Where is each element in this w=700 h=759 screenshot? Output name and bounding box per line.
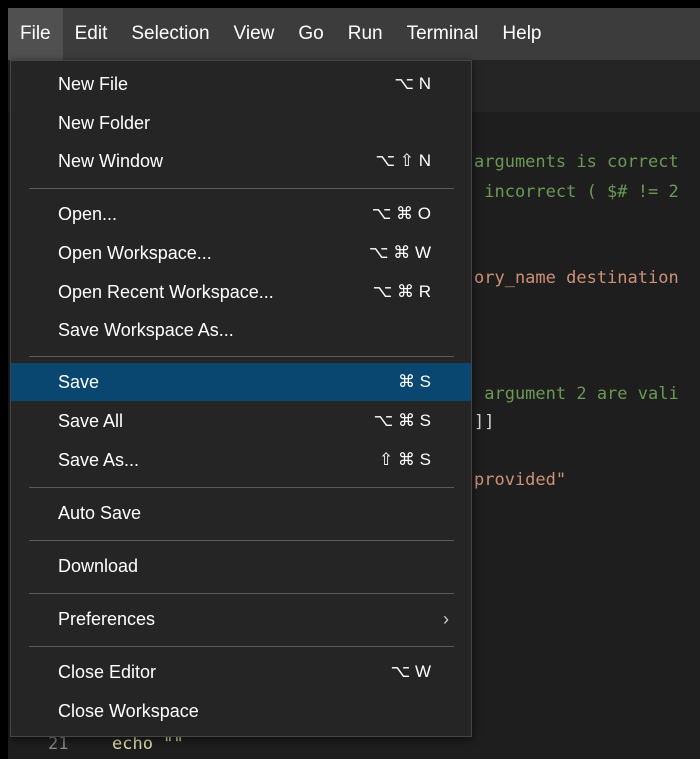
menu-item-new-file[interactable]: New File ⌥ N [11, 65, 471, 103]
window-top-edge [0, 0, 700, 8]
menu-separator [29, 188, 454, 189]
menu-item-shortcut: ⌥ ⌘ S [373, 411, 431, 430]
chevron-right-icon: › [443, 609, 449, 629]
menu-item-label: Close Workspace [58, 701, 199, 721]
menu-item-shortcut: ⌥ ⇧ N [375, 151, 431, 170]
menu-item-new-window[interactable]: New Window ⌥ ⇧ N [11, 142, 471, 180]
code-line: argument 2 are vali [474, 384, 679, 404]
menubar-edit[interactable]: Edit [63, 8, 120, 60]
vscode-window: File Edit Selection View Go Run Terminal… [0, 0, 700, 759]
menubar-go[interactable]: Go [286, 8, 335, 60]
menu-item-shortcut: ⌥ W [390, 662, 431, 681]
menu-item-auto-save[interactable]: Auto Save [11, 494, 471, 532]
menu-item-save-workspace-as[interactable]: Save Workspace As... [11, 311, 471, 349]
menu-item-download[interactable]: Download [11, 547, 471, 585]
menu-item-new-folder[interactable]: New Folder [11, 104, 471, 142]
menubar-file[interactable]: File [8, 8, 63, 60]
menubar-terminal[interactable]: Terminal [395, 8, 491, 60]
menu-item-shortcut: ⌥ ⌘ O [371, 204, 431, 223]
menubar-help[interactable]: Help [490, 8, 553, 60]
menu-item-save-as[interactable]: Save As... ⇧ ⌘ S [11, 441, 471, 479]
menu-separator [29, 646, 454, 647]
code-line: provided" [474, 470, 567, 490]
window-left-edge [0, 0, 8, 759]
code-line: ]] [474, 412, 495, 432]
menu-item-label: Preferences [58, 609, 156, 629]
menu-separator [29, 540, 454, 541]
menu-item-label: Save All [58, 411, 124, 431]
file-menu: New File ⌥ N New Folder New Window ⌥ ⇧ N… [10, 60, 472, 737]
menu-item-shortcut: ⌘ S [397, 372, 431, 391]
menu-item-close-editor[interactable]: Close Editor ⌥ W [11, 653, 471, 691]
menu-item-label: Auto Save [58, 503, 142, 523]
menu-item-shortcut: ⇧ ⌘ S [378, 450, 431, 469]
menu-item-label: New File [58, 74, 129, 94]
menu-separator [29, 356, 454, 357]
code-line: incorrect ( $# != 2 [474, 182, 679, 202]
menu-item-close-workspace[interactable]: Close Workspace [11, 692, 471, 730]
menu-item-label: Save [58, 372, 100, 392]
menu-item-label: Open Recent Workspace... [58, 282, 274, 302]
code-line: ory_name destination [474, 268, 679, 288]
menu-item-save[interactable]: Save ⌘ S [11, 363, 471, 401]
menu-separator [29, 593, 454, 594]
code-line: echo "" [112, 734, 184, 754]
menu-item-open-workspace[interactable]: Open Workspace... ⌥ ⌘ W [11, 234, 471, 272]
menu-item-open-recent-workspace[interactable]: Open Recent Workspace... ⌥ ⌘ R [11, 273, 471, 311]
menu-item-shortcut: ⌥ N [394, 74, 431, 93]
code-line: arguments is correct [474, 152, 679, 172]
menu-item-label: New Window [58, 151, 164, 171]
menu-item-shortcut: ⌥ ⌘ R [372, 282, 431, 301]
menu-item-label: Open... [58, 204, 118, 224]
menu-item-label: Save As... [58, 450, 140, 470]
menubar-view[interactable]: View [222, 8, 287, 60]
menu-separator [29, 487, 454, 488]
menu-item-label: Close Editor [58, 662, 157, 682]
menu-item-label: Save Workspace As... [58, 320, 234, 340]
menu-item-label: New Folder [58, 113, 151, 133]
menu-item-label: Download [58, 556, 139, 576]
menubar-run[interactable]: Run [336, 8, 395, 60]
menu-item-label: Open Workspace... [58, 243, 212, 263]
menu-item-preferences[interactable]: Preferences › [11, 600, 471, 638]
menu-item-shortcut: ⌥ ⌘ W [368, 243, 431, 262]
line-number: 21 [48, 734, 69, 754]
menu-item-save-all[interactable]: Save All ⌥ ⌘ S [11, 402, 471, 440]
menubar-selection[interactable]: Selection [119, 8, 221, 60]
menu-item-open[interactable]: Open... ⌥ ⌘ O [11, 195, 471, 233]
menubar: File Edit Selection View Go Run Terminal… [8, 8, 700, 60]
